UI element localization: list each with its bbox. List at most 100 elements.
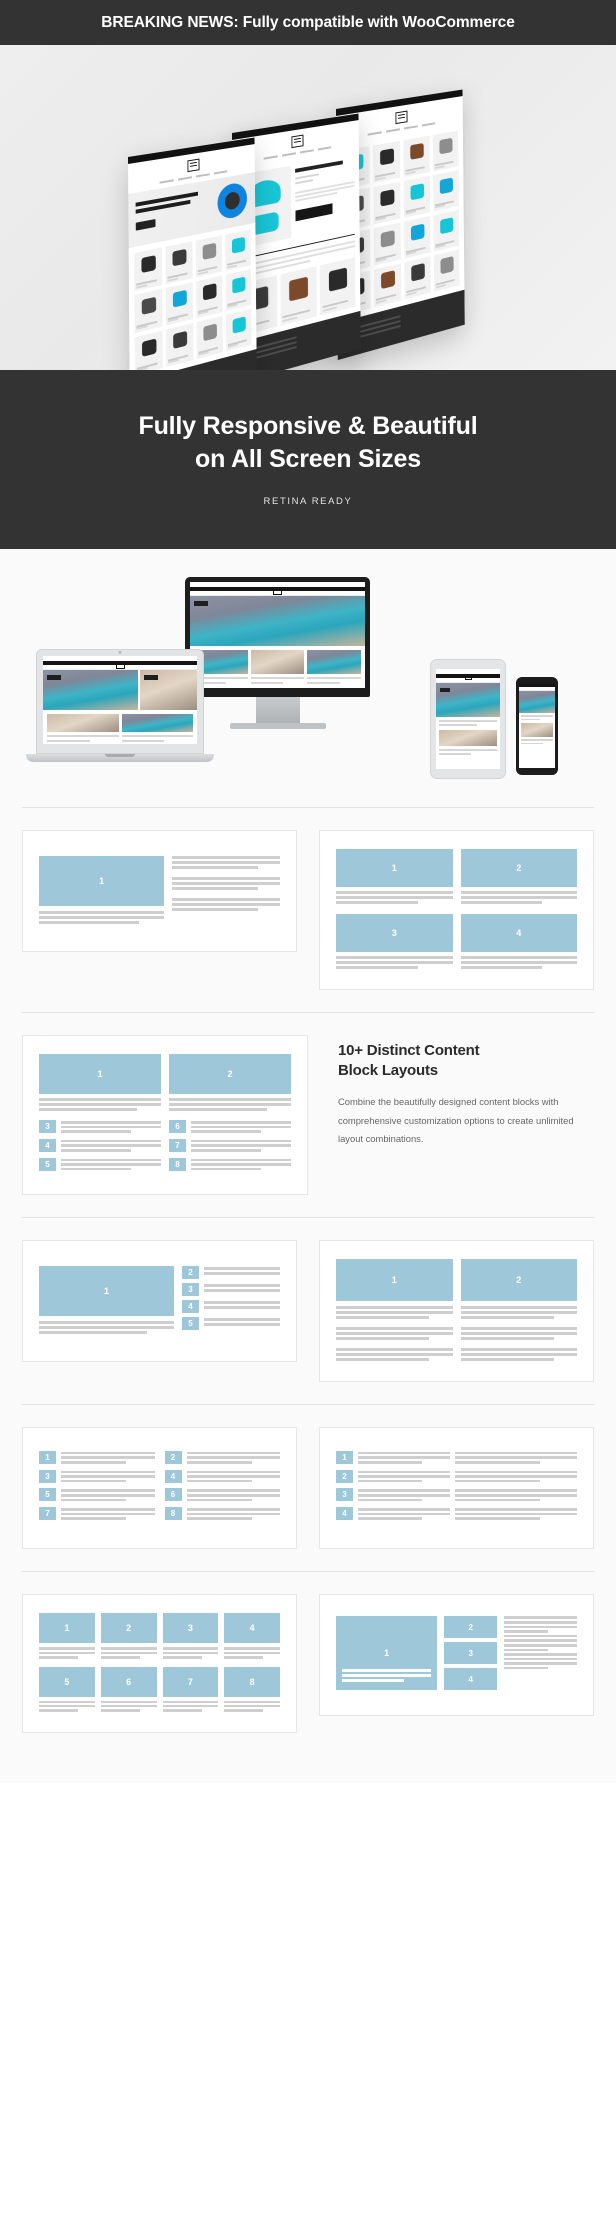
breaking-news-text: BREAKING NEWS: Fully compatible with Woo… bbox=[101, 13, 515, 31]
content-block-3: 3 bbox=[181, 1283, 199, 1297]
grid-cell: 1 bbox=[39, 1613, 95, 1660]
feature-text-column: 10+ Distinct Content Block Layouts Combi… bbox=[330, 1035, 594, 1148]
content-block-5: 5 bbox=[39, 1488, 56, 1502]
content-block-3: 3 bbox=[336, 1488, 353, 1502]
grid-cell: 5 bbox=[39, 1666, 95, 1714]
list-column-left: 1 3 5 7 bbox=[39, 1450, 155, 1526]
list-item: 3 bbox=[39, 1120, 161, 1135]
list-item: 8 bbox=[169, 1157, 291, 1173]
content-block-layouts-section: 1 1 2 3 4 1 2 3 4 5 6 7 8 10+ Distinct C… bbox=[0, 807, 616, 1783]
layout-row-4: 1 3 5 7 2 4 6 8 1 2 3 4 bbox=[0, 1405, 616, 1571]
list-item: 1 bbox=[336, 1450, 577, 1466]
layout-6-two-column-eight-list[interactable]: 1 3 5 7 2 4 6 8 bbox=[22, 1427, 297, 1550]
content-block-4: 4 bbox=[460, 914, 577, 952]
layout-row-2: 1 2 3 4 5 6 7 8 10+ Distinct Content Blo… bbox=[0, 1013, 616, 1217]
content-block-1: 1 bbox=[39, 856, 165, 906]
list-item: 8 bbox=[164, 1507, 280, 1522]
band-subtitle: RETINA READY bbox=[263, 496, 353, 507]
content-block-3: 3 bbox=[162, 1613, 219, 1644]
article-column: 2 bbox=[460, 1259, 577, 1363]
breaking-news-bar: BREAKING NEWS: Fully compatible with Woo… bbox=[0, 0, 616, 45]
content-block-6: 6 bbox=[169, 1120, 186, 1133]
content-block-3: 3 bbox=[444, 1642, 498, 1665]
text-lines bbox=[460, 956, 577, 969]
layout-1-image-left-text-right[interactable]: 1 bbox=[22, 830, 297, 952]
grid-cell: 7 bbox=[162, 1666, 219, 1714]
text-lines bbox=[336, 956, 453, 969]
band-heading: Fully Responsive & Beautiful on All Scre… bbox=[0, 410, 616, 476]
list-item: 5 bbox=[39, 1488, 155, 1503]
list-item: 4 bbox=[39, 1138, 161, 1154]
content-block-4: 4 bbox=[336, 1507, 353, 1521]
phone-mockup bbox=[516, 677, 558, 775]
grid-cell: 4 bbox=[460, 914, 577, 971]
text-lines bbox=[504, 1653, 577, 1670]
text-lines bbox=[172, 856, 280, 869]
list-item: 6 bbox=[164, 1488, 280, 1503]
layout-2-four-card-grid[interactable]: 1 2 3 4 bbox=[319, 830, 594, 990]
content-block-1: 1 bbox=[39, 1613, 95, 1644]
content-block-2: 2 bbox=[100, 1613, 157, 1644]
layout-8-eight-card-grid[interactable]: 1 2 3 4 5 6 7 8 bbox=[22, 1594, 297, 1733]
text-lines bbox=[169, 1098, 291, 1111]
layout-9-featured-plus-stack[interactable]: 1 2 3 4 bbox=[319, 1594, 594, 1717]
imac-mockup bbox=[185, 577, 370, 729]
hero-screen-front bbox=[128, 137, 257, 370]
feature-caption-lines bbox=[342, 1669, 432, 1684]
text-lines bbox=[39, 911, 165, 924]
band-heading-line-2: on All Screen Sizes bbox=[195, 445, 421, 473]
content-block-1: 1 bbox=[336, 1450, 353, 1464]
layout-5-two-column-articles[interactable]: 1 2 bbox=[319, 1240, 594, 1383]
list-item: 7 bbox=[39, 1507, 155, 1522]
article-column: 1 bbox=[336, 1259, 453, 1363]
content-block-3: 3 bbox=[39, 1120, 56, 1133]
text-lines bbox=[460, 1348, 577, 1362]
text-lines bbox=[336, 1327, 453, 1341]
hero-stage bbox=[0, 45, 616, 370]
text-lines bbox=[504, 1616, 577, 1633]
text-lines bbox=[336, 891, 453, 904]
list-item: 3 bbox=[181, 1283, 280, 1297]
laptop-mockup bbox=[26, 649, 214, 762]
layout-row-1: 1 1 2 3 4 bbox=[0, 808, 616, 1012]
text-lines bbox=[39, 1098, 161, 1111]
content-block-1: 1 bbox=[336, 1616, 438, 1691]
content-block-4: 4 bbox=[164, 1469, 182, 1483]
feature-body: Combine the beautifully designed content… bbox=[338, 1096, 574, 1144]
stacked-blocks: 2 3 4 bbox=[444, 1616, 498, 1694]
text-lines bbox=[460, 891, 577, 904]
list-item: 5 bbox=[181, 1317, 280, 1331]
grid-cell: 2 bbox=[100, 1613, 157, 1660]
content-block-2: 2 bbox=[181, 1266, 199, 1280]
content-block-5: 5 bbox=[39, 1157, 56, 1171]
content-block-1: 1 bbox=[39, 1054, 161, 1094]
content-block-8: 8 bbox=[169, 1157, 186, 1171]
layout-4-feature-plus-list[interactable]: 1 2 3 4 5 bbox=[22, 1240, 297, 1363]
list-item: 3 bbox=[336, 1488, 577, 1503]
text-lines bbox=[460, 1306, 577, 1320]
list-item: 2 bbox=[336, 1469, 577, 1485]
devices-stage bbox=[0, 577, 616, 802]
content-block-5: 5 bbox=[181, 1317, 199, 1331]
list-item: 2 bbox=[164, 1450, 280, 1466]
feature-heading: 10+ Distinct Content Block Layouts bbox=[338, 1041, 590, 1081]
content-block-7: 7 bbox=[39, 1507, 56, 1521]
content-block-7: 7 bbox=[162, 1666, 219, 1697]
text-lines bbox=[336, 1348, 453, 1362]
content-block-6: 6 bbox=[164, 1488, 182, 1502]
grid-cell: 4 bbox=[224, 1613, 280, 1660]
content-block-6: 6 bbox=[100, 1666, 157, 1697]
layout-7-four-item-list[interactable]: 1 2 3 4 bbox=[319, 1427, 594, 1550]
band-heading-line-1: Fully Responsive & Beautiful bbox=[138, 412, 478, 440]
layout-3-two-feature-two-lists[interactable]: 1 2 3 4 5 6 7 8 bbox=[22, 1035, 308, 1196]
hero-screens-mockup bbox=[0, 45, 616, 370]
content-block-2: 2 bbox=[460, 849, 577, 887]
feature-heading-line-2: Block Layouts bbox=[338, 1062, 438, 1080]
content-block-2: 2 bbox=[164, 1450, 182, 1464]
content-block-8: 8 bbox=[224, 1666, 280, 1697]
content-block-1: 1 bbox=[336, 849, 453, 887]
grid-cell: 3 bbox=[162, 1613, 219, 1660]
list-item: 6 bbox=[169, 1120, 291, 1135]
list-item: 2 bbox=[181, 1266, 280, 1280]
list-item: 5 bbox=[39, 1157, 161, 1173]
